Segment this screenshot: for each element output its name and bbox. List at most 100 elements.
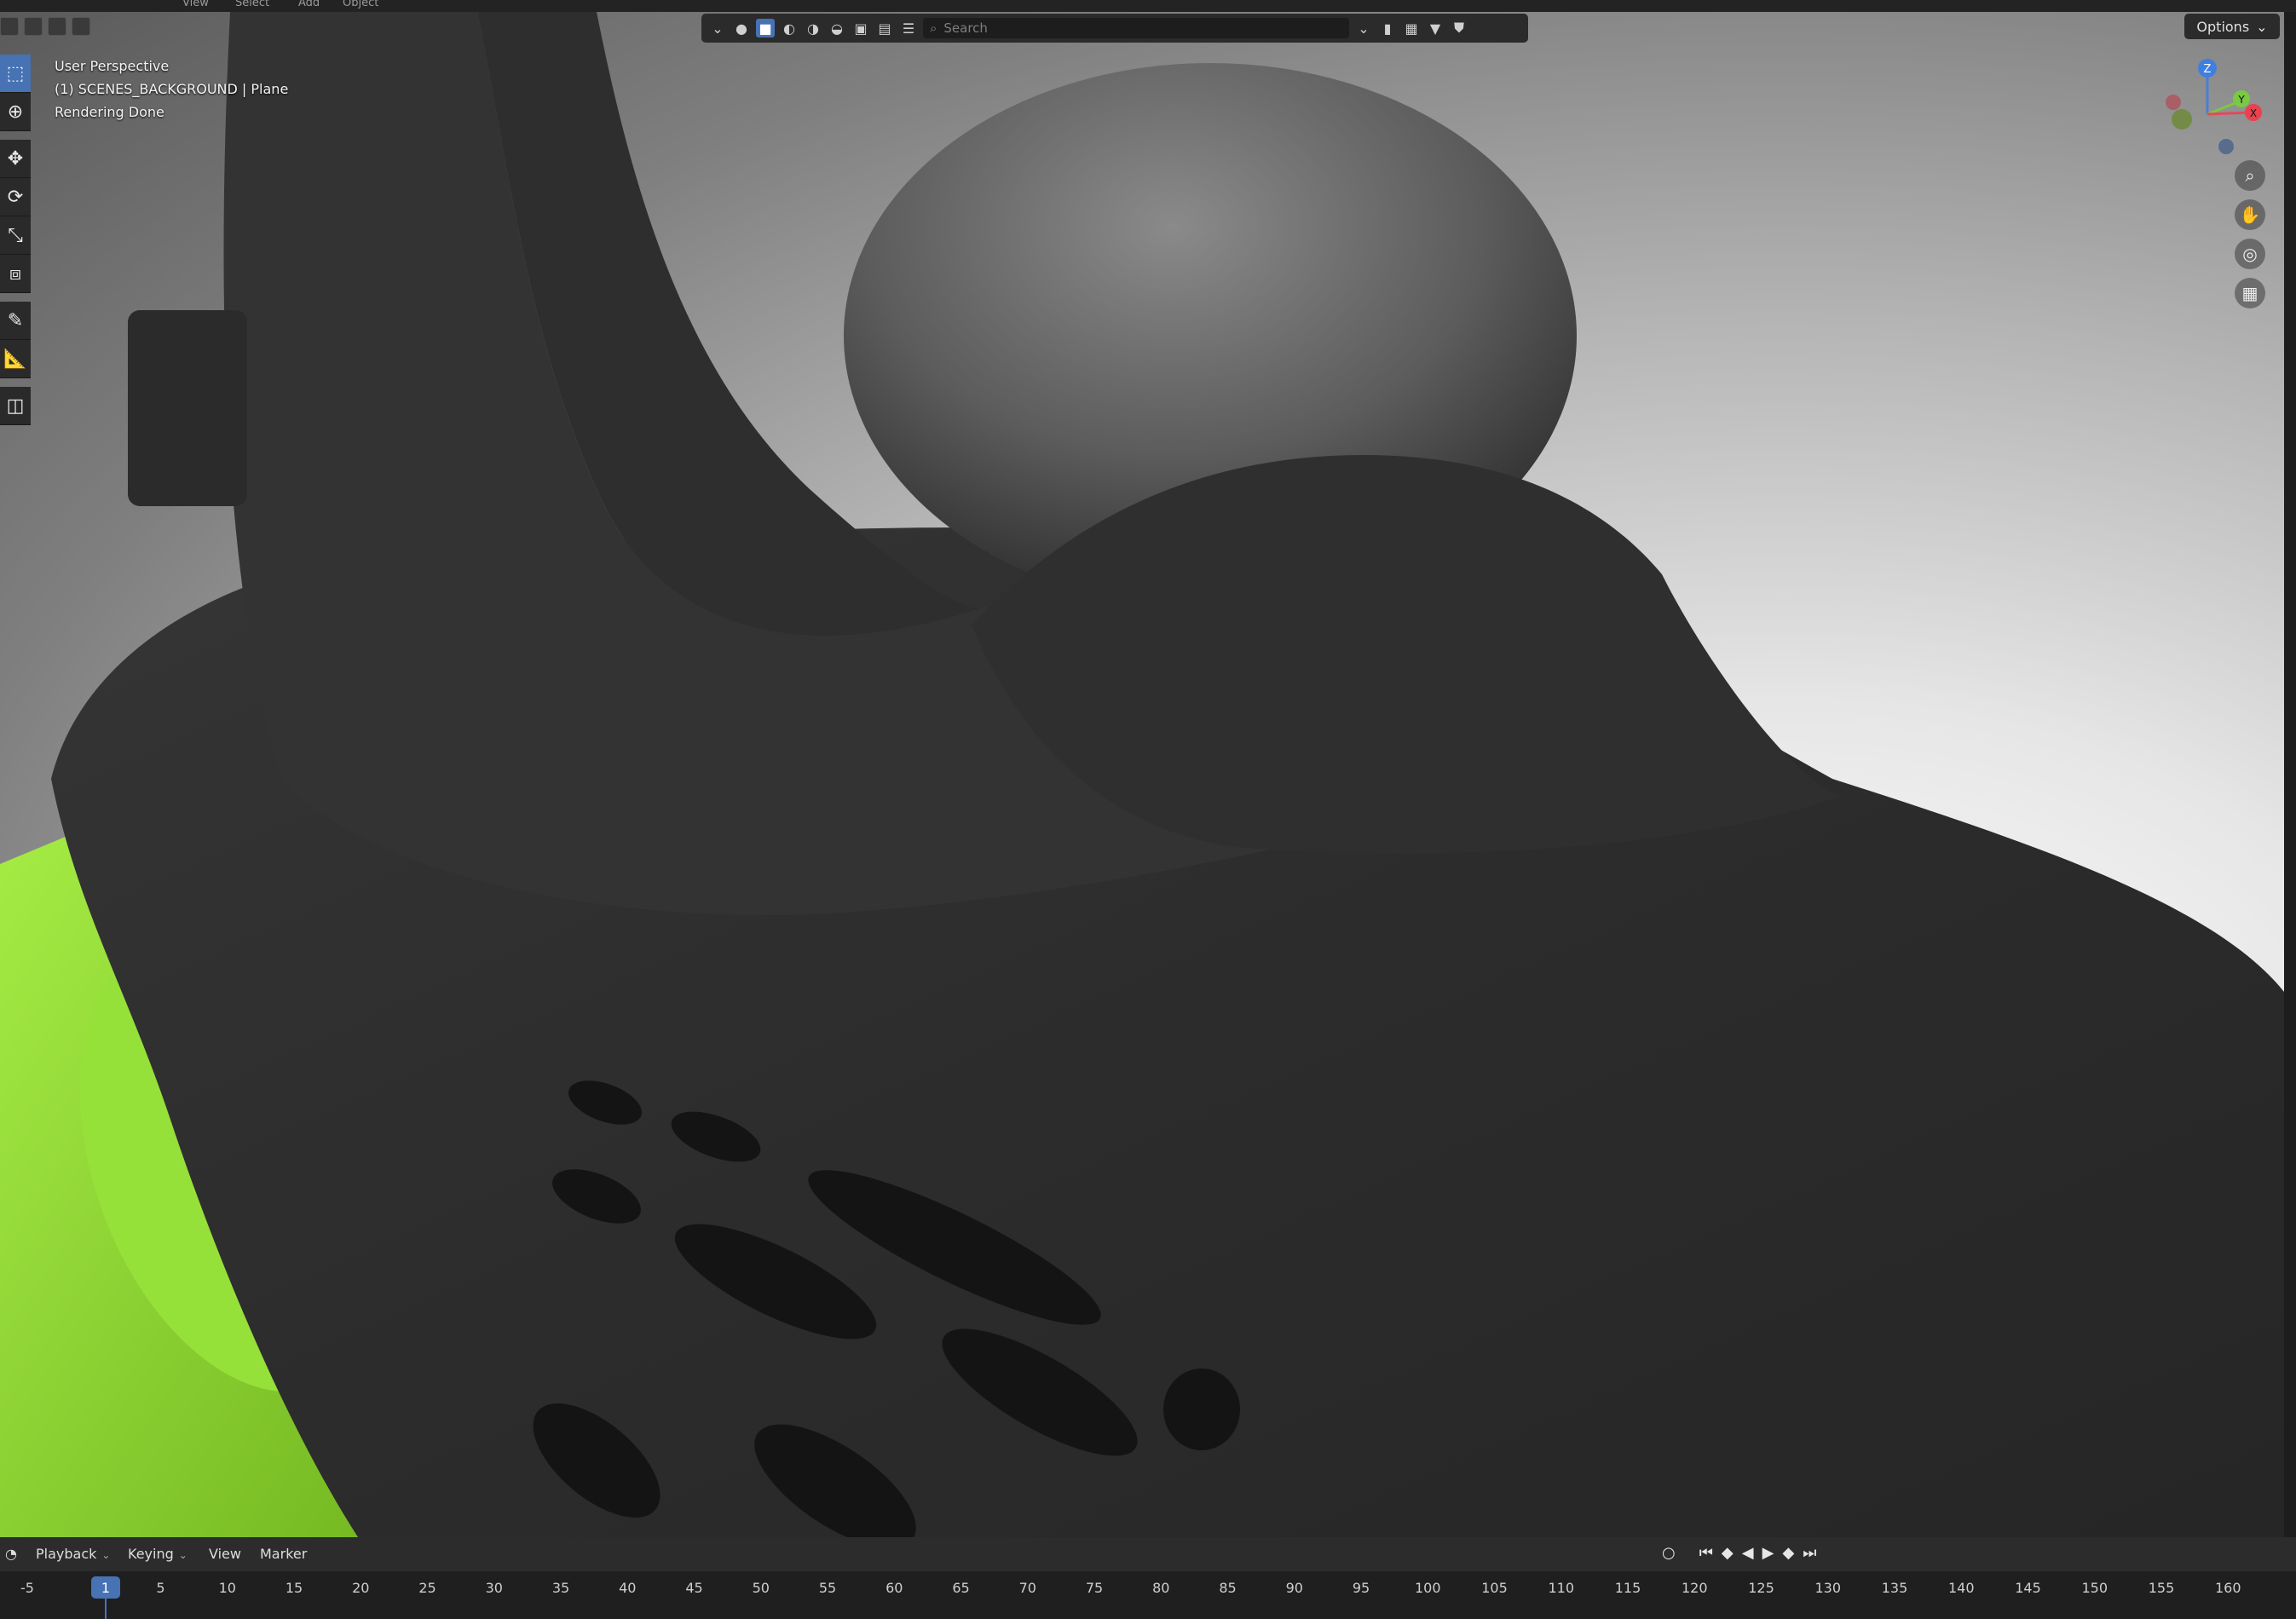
frame-tick: 155 (2148, 1580, 2175, 1596)
menu-view[interactable]: View (182, 0, 209, 9)
playback-menu[interactable]: Playback ⌄ (36, 1546, 110, 1562)
pan-hand-icon[interactable]: ✋ (2235, 199, 2265, 230)
frame-tick: 35 (551, 1580, 570, 1596)
timeline-editor: ◔ Playback ⌄ Keying ⌄ View Marker ○ ⏮ ◆ ◀ … (0, 1537, 2296, 1619)
frame-tick: 120 (1681, 1580, 1708, 1596)
add-cube-tool[interactable]: ◫ (0, 387, 31, 425)
frame-tick: 125 (1748, 1580, 1774, 1596)
frame-tick: 105 (1481, 1580, 1508, 1596)
measure-tool[interactable]: 📐 (0, 340, 31, 378)
frame-tick: 135 (1881, 1580, 1908, 1596)
frame-tick: 130 (1814, 1580, 1842, 1596)
play-icon[interactable]: ▶ (1762, 1544, 1774, 1562)
color-sphere-icon[interactable]: ● (732, 19, 751, 37)
frame-tick: 100 (1414, 1580, 1441, 1596)
frame-tick: 50 (752, 1580, 770, 1596)
frame-tick: 60 (886, 1580, 903, 1596)
current-frame-indicator[interactable]: 1 (91, 1576, 120, 1599)
frame-tick: 115 (1614, 1580, 1641, 1596)
frame-tick: 45 (685, 1580, 703, 1596)
navigation-gizmo[interactable]: Z Y X (2165, 53, 2267, 164)
prev-keyframe-icon[interactable]: ◆ (1722, 1544, 1734, 1562)
search-input[interactable]: ⌕ Search (923, 18, 1349, 38)
gizmo-x-label: X (2250, 107, 2257, 119)
frame-tick: -5 (20, 1580, 34, 1596)
search-placeholder: Search (943, 20, 988, 36)
frame-tick: 25 (418, 1580, 436, 1596)
zoom-icon[interactable]: ⌕ (2235, 160, 2265, 191)
select-mode-extend-icon[interactable] (24, 17, 43, 36)
shading-material-icon[interactable]: ◑ (804, 19, 822, 37)
tool-shelf: ⬚ ⊕ ✥ ⟳ ⤡ ⧈ ✎ 📐 ◫ (0, 55, 31, 425)
chevron-down-icon: ⌄ (2256, 18, 2268, 35)
gizmo-z-label: Z (2204, 63, 2212, 76)
grid-view-icon[interactable]: ▦ (2235, 278, 2265, 308)
jump-end-icon[interactable]: ⏭ (1803, 1544, 1816, 1562)
frame-tick: 5 (156, 1580, 165, 1596)
frame-tick: 85 (1219, 1580, 1237, 1596)
select-mode-subtract-icon[interactable] (48, 17, 66, 36)
transform-tool[interactable]: ⧈ (0, 255, 31, 293)
menu-add[interactable]: Add (298, 0, 320, 9)
frame-tick: 95 (1352, 1580, 1370, 1596)
timeline-view-menu[interactable]: View (209, 1546, 241, 1562)
scale-tool[interactable]: ⤡ (0, 216, 31, 255)
render-status-label: Rendering Done (55, 104, 164, 120)
frame-tick: 10 (218, 1580, 236, 1596)
shading-solid-icon[interactable]: ◐ (780, 19, 799, 37)
3d-viewport[interactable] (0, 12, 2284, 1537)
menu-select[interactable]: Select (235, 0, 269, 9)
marker-menu[interactable]: Marker (260, 1546, 307, 1562)
menu-object[interactable]: Object (343, 0, 378, 9)
select-mode-new-icon[interactable] (0, 17, 19, 36)
keying-menu[interactable]: Keying ⌄ (128, 1546, 187, 1562)
frame-tick: 80 (1152, 1580, 1170, 1596)
perspective-label: User Perspective (55, 58, 170, 74)
frame-ruler[interactable]: 1 -5 5 10 15 20 25 30 35 40 45 50 55 60 65 70 75 80 85 90 9… (0, 1571, 2296, 1619)
viewport-header: ⌄ ● ■ ◐ ◑ ◒ ▣ ▤ ☰ ⌕ Search ⌄ ▮ ▦ ▼ ⛊ (701, 14, 1528, 43)
search-icon: ⌕ (930, 20, 937, 36)
camera-icon[interactable]: ▣ (851, 19, 870, 37)
frame-tick: 145 (2015, 1580, 2041, 1596)
cursor-tool[interactable]: ⊕ (0, 93, 31, 131)
chevron-down-icon[interactable]: ⌄ (708, 19, 727, 37)
top-menu-bar: View Select Add Object (0, 0, 2296, 12)
frame-tick: 55 (818, 1580, 837, 1596)
bookmark-icon[interactable]: ▮ (1378, 19, 1397, 37)
next-keyframe-icon[interactable]: ◆ (1782, 1544, 1794, 1562)
active-object-label: (1) SCENES_BACKGROUND | Plane (55, 81, 289, 97)
object-mode-icon[interactable]: ■ (756, 19, 775, 37)
options-label: Options (2196, 18, 2250, 35)
frame-tick: 40 (619, 1580, 637, 1596)
frame-tick: 150 (2081, 1580, 2109, 1596)
display-mode-icon[interactable]: ▦ (1402, 19, 1421, 37)
rendered-scene (0, 12, 2284, 1537)
filter-icon[interactable]: ▼ (1426, 19, 1445, 37)
rotate-tool[interactable]: ⟳ (0, 178, 31, 216)
gizmo-y-label: Y (2237, 94, 2245, 106)
shading-rendered-icon[interactable]: ◒ (828, 19, 846, 37)
playback-controls: ○ ⏮ ◆ ◀ ▶ ◆ ⏭ (1662, 1544, 1817, 1562)
frame-tick: 75 (1085, 1580, 1104, 1596)
options-dropdown[interactable]: Options ⌄ (2184, 14, 2280, 39)
frame-tick: 160 (2214, 1580, 2241, 1596)
move-tool[interactable]: ✥ (0, 140, 31, 178)
frame-tick: 70 (1018, 1580, 1036, 1596)
layers-icon[interactable]: ▤ (875, 19, 894, 37)
play-reverse-icon[interactable]: ◀ (1742, 1544, 1754, 1562)
viewport-mode-buttons (0, 14, 90, 39)
annotate-tool[interactable]: ✎ (0, 302, 31, 340)
select-box-tool[interactable]: ⬚ (0, 55, 31, 93)
select-mode-intersect-icon[interactable] (72, 17, 90, 36)
frame-tick: 65 (952, 1580, 970, 1596)
list-icon[interactable]: ☰ (899, 19, 918, 37)
camera-view-icon[interactable]: ◎ (2235, 239, 2265, 269)
shield-icon[interactable]: ⛊ (1450, 19, 1468, 37)
jump-start-icon[interactable]: ⏮ (1699, 1544, 1713, 1562)
timeline-header: ◔ Playback ⌄ Keying ⌄ View Marker ○ ⏮ ◆ ◀ … (0, 1537, 2296, 1571)
record-icon[interactable]: ○ (1662, 1544, 1676, 1562)
chevron-down-icon[interactable]: ⌄ (1354, 19, 1373, 37)
playhead-line (105, 1599, 107, 1619)
editor-type-icon[interactable]: ◔ (5, 1546, 17, 1562)
frame-tick: 30 (485, 1580, 503, 1596)
